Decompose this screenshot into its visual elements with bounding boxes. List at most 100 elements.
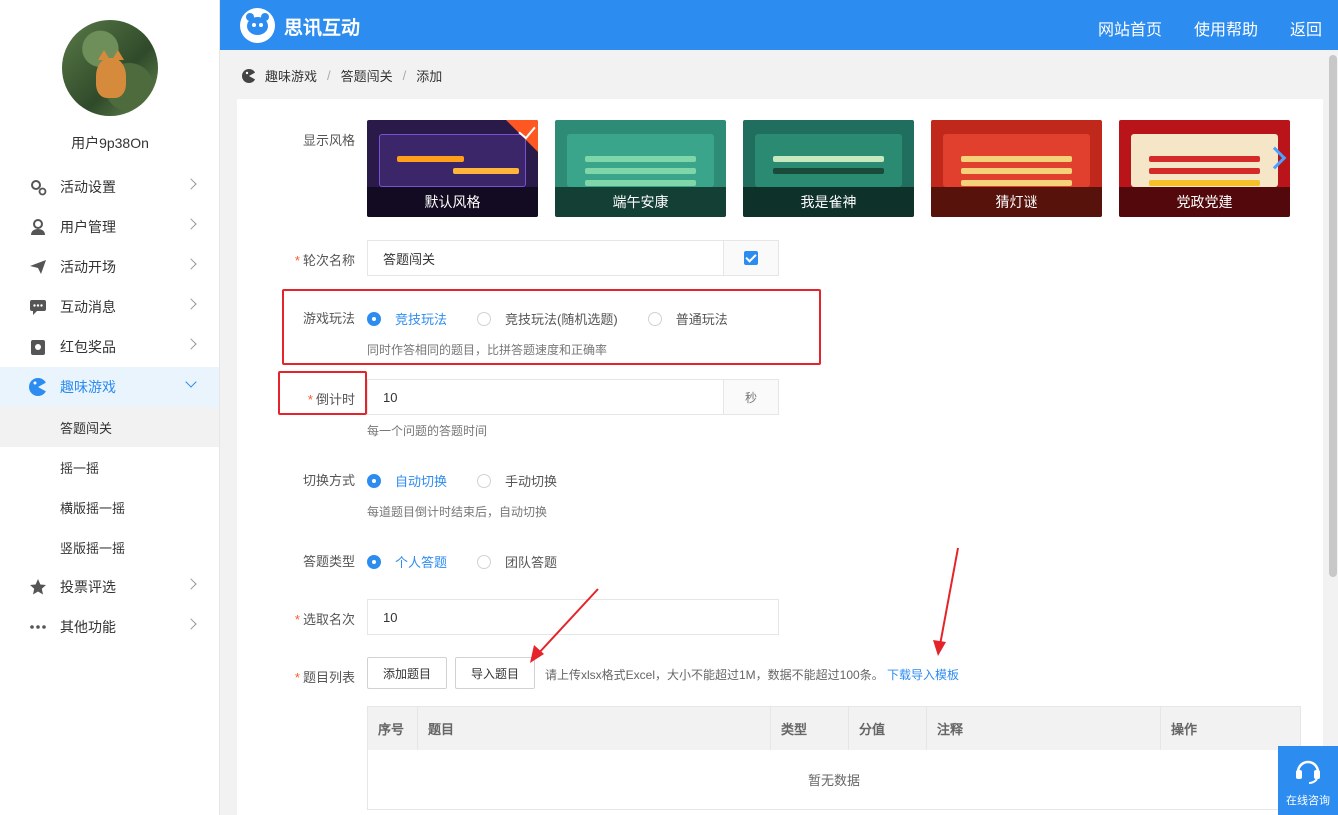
chat-icon [28,297,48,317]
logo-icon [240,8,275,43]
game-icon [242,68,256,83]
col-score: 分值 [849,707,927,750]
breadcrumb-item[interactable]: 趣味游戏 [265,66,317,85]
sidebar-item-voting[interactable]: 投票评选 [0,567,219,607]
round-label: * 轮次名称 [235,250,355,269]
gift-icon [28,337,48,357]
theme-name: 党政党建 [1119,187,1290,217]
paper-plane-icon [28,257,48,277]
pick-label: * 选取名次 [235,609,355,628]
radio-checked-icon [367,554,381,569]
import-hint-text: 请上传xlsx格式Excel，大小不能超过1M，数据不能超过100条。 [545,668,884,682]
sidebar-menu: 活动设置 用户管理 活动开场 互动消息 红包奖品 趣味游戏 答题闯关 摇一摇 横… [0,167,219,647]
sidebar-subitem-vertical-shake[interactable]: 竖版摇一摇 [0,527,219,567]
headset-icon [1296,760,1320,784]
pick-label-text: 选取名次 [302,612,355,627]
theme-card-party[interactable]: 党政党建 [1119,120,1290,217]
sidebar-item-label: 互动消息 [60,299,116,315]
theme-list: 默认风格 端午安康 我是雀神 猜灯谜 党政党建 [367,120,1290,217]
theme-card-default[interactable]: 默认风格 [367,120,538,217]
sidebar-item-activity-settings[interactable]: 活动设置 [0,167,219,207]
breadcrumb-separator: / [327,68,331,83]
chevron-right-icon [185,298,197,310]
col-type: 类型 [771,707,849,750]
theme-name: 我是雀神 [743,187,914,217]
radio-checked-icon [367,473,381,488]
import-hint: 请上传xlsx格式Excel，大小不能超过1M，数据不能超过100条。 下载导入… [545,666,959,683]
col-index: 序号 [368,707,418,750]
chevron-right-icon [185,618,197,630]
round-label-text: 轮次名称 [302,253,355,268]
user-icon [28,217,48,237]
radio-label: 手动切换 [505,474,558,489]
round-name-checkbox[interactable] [744,251,758,265]
chevron-right-icon [185,338,197,350]
theme-name: 默认风格 [367,187,538,217]
questions-label: * 题目列表 [235,667,355,686]
sidebar-item-other[interactable]: 其他功能 [0,607,219,647]
nav-help-link[interactable]: 使用帮助 [1194,16,1258,40]
countdown-input[interactable]: 10 [367,379,724,415]
breadcrumb-item-current: 添加 [416,69,443,84]
sidebar-subitem-shake[interactable]: 摇一摇 [0,447,219,487]
import-question-button[interactable]: 导入题目 [455,657,535,689]
radio-icon [477,473,492,488]
page-scrollbar[interactable] [1328,50,1338,815]
col-actions: 操作 [1171,722,1198,737]
sidebar-item-label: 活动开场 [60,259,116,275]
answer-type-team[interactable]: 团队答题 [477,552,557,571]
answer-type-label: 答题类型 [302,554,355,569]
gear-icon [28,177,48,197]
username: 用户9p38On [71,135,149,151]
sidebar-subitem-quiz[interactable]: 答题闯关 [0,407,219,447]
chevron-down-icon [185,376,197,388]
add-question-button[interactable]: 添加题目 [367,657,447,689]
sidebar-item-label: 红包奖品 [60,339,116,355]
pick-input[interactable]: 10 [367,599,779,635]
download-template-link[interactable]: 下载导入模板 [887,668,959,682]
theme-name: 端午安康 [555,187,726,217]
highlight-box-countdown [278,371,367,415]
sidebar-item-red-packet[interactable]: 红包奖品 [0,327,219,367]
answer-type-individual[interactable]: 个人答题 [367,552,447,571]
sidebar: 用户9p38On 活动设置 用户管理 活动开场 互动消息 红包奖品 趣味游戏 答… [0,0,220,815]
sidebar-item-user-management[interactable]: 用户管理 [0,207,219,247]
online-consult-button[interactable]: 在线咨询 [1278,746,1338,815]
nav-back-link[interactable]: 返回 [1290,16,1322,40]
switch-option-auto[interactable]: 自动切换 [367,471,447,490]
theme-card-mahjong[interactable]: 我是雀神 [743,120,914,217]
round-name-input[interactable]: 答题闯关 [367,240,724,276]
col-question: 题目 [418,707,771,750]
breadcrumb-separator: / [402,68,407,83]
questions-label-text: 题目列表 [302,670,355,685]
scrollbar-thumb[interactable] [1329,55,1337,577]
col-note: 注释 [927,707,1161,750]
switch-hint: 每道题目倒计时结束后，自动切换 [367,505,548,519]
radio-label: 团队答题 [505,555,558,570]
radio-label: 个人答题 [395,555,448,570]
sidebar-item-label: 活动设置 [60,179,116,195]
sidebar-subitem-horizontal-shake[interactable]: 横版摇一摇 [0,487,219,527]
nav-home-link[interactable]: 网站首页 [1098,16,1162,40]
star-icon [28,577,48,597]
top-header: 思讯互动 网站首页 使用帮助 返回 [220,0,1338,50]
top-nav: 网站首页 使用帮助 返回 [1098,16,1338,40]
avatar [62,20,158,116]
theme-card-lantern[interactable]: 猜灯谜 [931,120,1102,217]
answer-type-radio-group: 个人答题 团队答题 [367,552,587,571]
online-consult-label: 在线咨询 [1286,795,1330,807]
brand-name: 思讯互动 [284,18,361,39]
sidebar-item-messages[interactable]: 互动消息 [0,287,219,327]
sidebar-item-fun-games[interactable]: 趣味游戏 [0,367,219,407]
round-name-checkbox-wrap[interactable] [723,240,779,276]
radio-label: 自动切换 [395,474,448,489]
chevron-right-icon [185,218,197,230]
theme-card-duanwu[interactable]: 端午安康 [555,120,726,217]
chevron-right-icon [185,258,197,270]
countdown-unit: 秒 [723,379,779,415]
required-mark: * [294,253,300,268]
switch-option-manual[interactable]: 手动切换 [477,471,557,490]
chevron-right-icon [185,178,197,190]
sidebar-item-activity-opening[interactable]: 活动开场 [0,247,219,287]
breadcrumb-item[interactable]: 答题闯关 [341,66,393,85]
